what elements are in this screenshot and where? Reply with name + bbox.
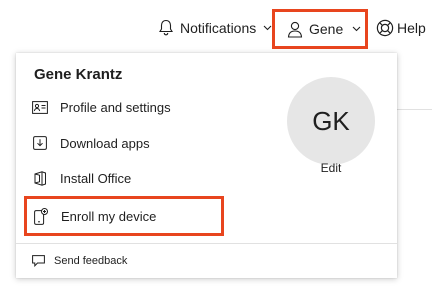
avatar-initials: GK [312,105,350,136]
lifebuoy-icon [376,19,394,37]
account-label: Gene [309,21,344,37]
menu-divider [16,243,397,244]
download-apps-label: Download apps [60,135,150,151]
chevron-down-icon [263,25,272,31]
notifications-button[interactable]: Notifications [158,0,272,56]
help-button[interactable]: Help [376,0,426,56]
account-menu-panel: Gene Krantz Profile and settings Downloa… [16,53,397,278]
download-apps-item[interactable]: Download apps [32,128,150,158]
page: Notifications Gene Help Gene Krantz Prof… [0,0,432,288]
chevron-down-icon [352,26,361,32]
install-office-item[interactable]: Install Office [32,163,131,193]
edit-avatar-link[interactable]: Edit [287,161,375,175]
profile-settings-item[interactable]: Profile and settings [32,92,171,122]
feedback-icon [32,255,45,267]
top-bar: Notifications Gene Help [0,0,432,56]
enroll-device-label: Enroll my device [61,208,157,224]
help-label: Help [397,20,426,36]
send-feedback-item[interactable]: Send feedback [32,251,127,271]
user-name: Gene Krantz [34,66,123,83]
profile-card-icon [32,99,48,115]
phone-add-icon [33,207,49,225]
office-icon [32,170,48,186]
send-feedback-label: Send feedback [54,255,128,267]
account-button[interactable]: Gene [272,9,368,49]
profile-settings-label: Profile and settings [60,99,171,115]
download-icon [32,135,48,151]
install-office-label: Install Office [60,170,132,186]
avatar[interactable]: GK [287,77,375,165]
notifications-label: Notifications [180,20,257,36]
enroll-device-item[interactable]: Enroll my device [24,196,224,236]
background-divider [397,109,432,110]
person-icon [287,21,303,38]
bell-icon [158,19,174,37]
